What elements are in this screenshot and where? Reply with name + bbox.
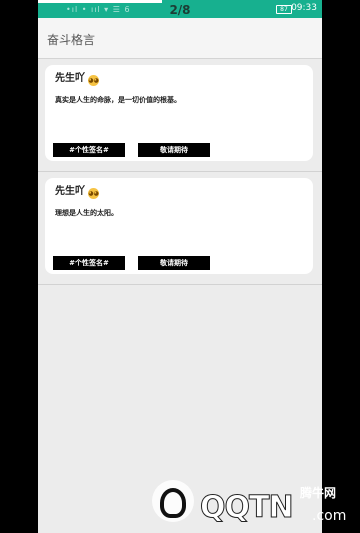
emoji-icon: ◕◕ [88,188,99,199]
coming-soon-button[interactable]: 敬请期待 [138,143,210,157]
page-title: 奋斗格言 [47,33,96,47]
list-item: 先生吖 ◕◕ 真实是人生的命脉，是一切价值的根基。 #个性签名# 敬请期待 [38,59,322,172]
qqtn-logo-icon [152,480,194,522]
quote-text: 真实是人生的命脉，是一切价值的根基。 [55,96,181,104]
watermark-com: .com [312,508,347,524]
quote-list: 先生吖 ◕◕ 真实是人生的命脉，是一切价值的根基。 #个性签名# 敬请期待 先生吖… [38,59,322,285]
quote-text: 理想是人生的太阳。 [55,209,118,217]
watermark: QQTN 腾牛网 .com [152,478,360,528]
emoji-icon: ◕◕ [88,75,99,86]
author-name: 先生吖 [55,73,85,84]
phone-screen: •ıl • ııl ▾ ☰ 6 2/8 87 09:33 奋斗格言 先生吖 ◕◕ … [38,0,322,533]
tag-button[interactable]: #个性签名# [53,143,125,157]
app-bar: 奋斗格言 [38,18,322,59]
battery-icon: 87 [276,5,292,14]
watermark-brand: QQTN [200,490,295,526]
tag-button[interactable]: #个性签名# [53,256,125,270]
clock: 09:33 [291,3,317,13]
author-name: 先生吖 [55,186,85,197]
logo-mark [160,488,186,518]
list-item: 先生吖 ◕◕ 理想是人生的太阳。 #个性签名# 敬请期待 [38,172,322,285]
coming-soon-button[interactable]: 敬请期待 [138,256,210,270]
watermark-sub: 腾牛网 [300,486,337,500]
author-row: 先生吖 ◕◕ [55,69,99,86]
quote-card[interactable]: 先生吖 ◕◕ 真实是人生的命脉，是一切价值的根基。 #个性签名# 敬请期待 [45,65,313,161]
quote-card[interactable]: 先生吖 ◕◕ 理想是人生的太阳。 #个性签名# 敬请期待 [45,178,313,274]
author-row: 先生吖 ◕◕ [55,182,99,199]
status-bar: •ıl • ııl ▾ ☰ 6 2/8 87 09:33 [38,0,322,18]
